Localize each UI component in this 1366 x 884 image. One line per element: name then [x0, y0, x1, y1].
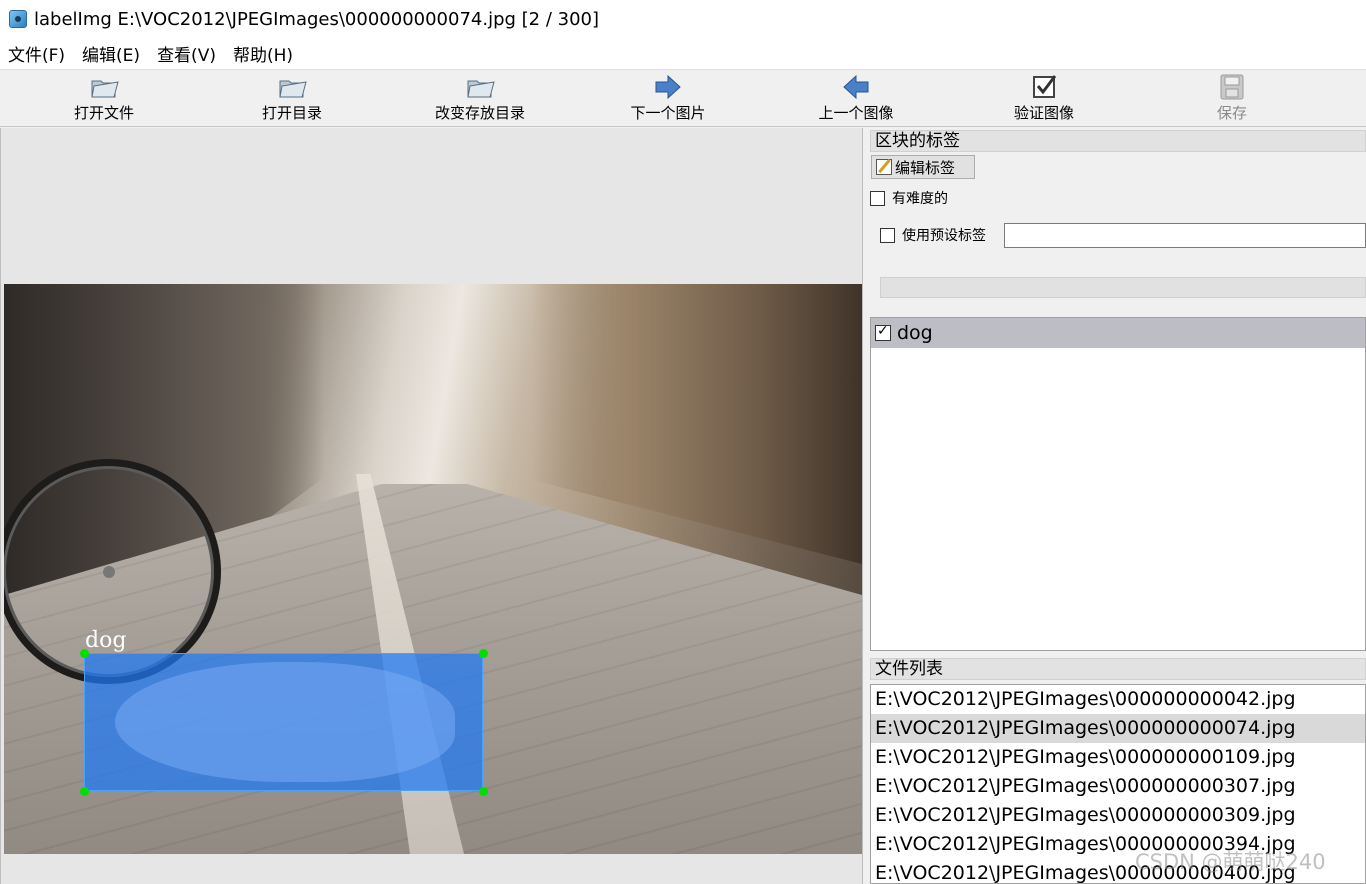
file-list-item[interactable]: E:\VOC2012\JPEGImages\000000000309.jpg [871, 801, 1365, 830]
save-button[interactable]: 保存 [1172, 70, 1292, 128]
label-combo-box[interactable] [880, 277, 1366, 298]
title-bar: labelImg E:\VOC2012\JPEGImages\000000000… [0, 0, 1366, 38]
bbox-corner-handle[interactable] [479, 649, 488, 658]
use-default-label-text: 使用预设标签 [902, 228, 986, 244]
label-list-item[interactable]: dog [871, 318, 1365, 348]
menu-file[interactable]: 文件(F) [8, 41, 65, 66]
watermark: CSDN @萌萌哒240 [1135, 850, 1326, 874]
verify-image-button[interactable]: 验证图像 [984, 70, 1104, 128]
save-disk-icon [1220, 74, 1244, 100]
open-file-button[interactable]: 打开文件 [44, 70, 164, 128]
use-default-label-row: 使用预设标签 [880, 225, 986, 245]
menu-bar: 文件(F) 编辑(E) 查看(V) 帮助(H) [0, 38, 1366, 69]
change-save-dir-label: 改变存放目录 [434, 104, 525, 122]
labelimg-app-icon [9, 10, 27, 28]
change-save-dir-button[interactable]: 改变存放目录 [420, 70, 540, 128]
label-item-text: dog [897, 322, 933, 344]
menu-view[interactable]: 查看(V) [157, 41, 216, 66]
label-list[interactable]: dog [870, 317, 1366, 651]
bbox-corner-handle[interactable] [80, 787, 89, 796]
arrow-left-icon [843, 74, 869, 100]
save-label: 保存 [1216, 104, 1247, 122]
file-list-item[interactable]: E:\VOC2012\JPEGImages\000000000307.jpg [871, 772, 1365, 801]
dog-shape [115, 662, 455, 782]
open-file-label: 打开文件 [73, 104, 134, 122]
prev-image-label: 上一个图像 [818, 104, 894, 122]
open-dir-label: 打开目录 [261, 104, 322, 122]
right-dock: 区块的标签 编辑标签 有难度的 使用预设标签 dog 文件列表 E:\VOC20… [865, 128, 1366, 884]
difficult-label: 有难度的 [892, 191, 948, 207]
label-dock-title: 区块的标签 [870, 130, 1366, 152]
difficult-row: 有难度的 [870, 188, 948, 208]
bbox-corner-handle[interactable] [80, 649, 89, 658]
bbox-label: dog [85, 628, 127, 653]
open-dir-button[interactable]: 打开目录 [232, 70, 352, 128]
menu-help[interactable]: 帮助(H) [233, 41, 293, 66]
edit-label-button[interactable]: 编辑标签 [871, 155, 975, 179]
next-image-label: 下一个图片 [630, 104, 706, 122]
default-label-input[interactable] [1004, 223, 1366, 248]
file-list-item-selected[interactable]: E:\VOC2012\JPEGImages\000000000074.jpg [871, 714, 1365, 743]
folder-open-icon [91, 80, 119, 98]
bounding-box-dog[interactable] [84, 653, 483, 791]
window-title: labelImg E:\VOC2012\JPEGImages\000000000… [34, 8, 600, 30]
difficult-checkbox[interactable] [870, 190, 885, 206]
label-visible-checkbox[interactable] [875, 323, 891, 341]
next-image-button[interactable]: 下一个图片 [608, 70, 728, 128]
verify-image-label: 验证图像 [1013, 104, 1074, 122]
prev-image-button[interactable]: 上一个图像 [796, 70, 916, 128]
arrow-right-icon [655, 74, 681, 100]
file-list-item[interactable]: E:\VOC2012\JPEGImages\000000000109.jpg [871, 743, 1365, 772]
use-default-label-checkbox[interactable] [880, 227, 895, 243]
folder-open-icon [467, 80, 495, 98]
edit-label-text: 编辑标签 [895, 158, 956, 177]
file-dock-title: 文件列表 [870, 658, 1366, 680]
file-list-item[interactable]: E:\VOC2012\JPEGImages\000000000042.jpg [871, 685, 1365, 714]
pencil-icon [876, 159, 892, 175]
toolbar: 打开文件 打开目录 改变存放目录 下一个图片 上一个图像 验证图像 保存 [0, 69, 1366, 127]
menu-edit[interactable]: 编辑(E) [82, 41, 140, 66]
folder-open-icon [279, 80, 307, 98]
bbox-corner-handle[interactable] [479, 787, 488, 796]
checkbox-verify-icon [1033, 75, 1057, 98]
